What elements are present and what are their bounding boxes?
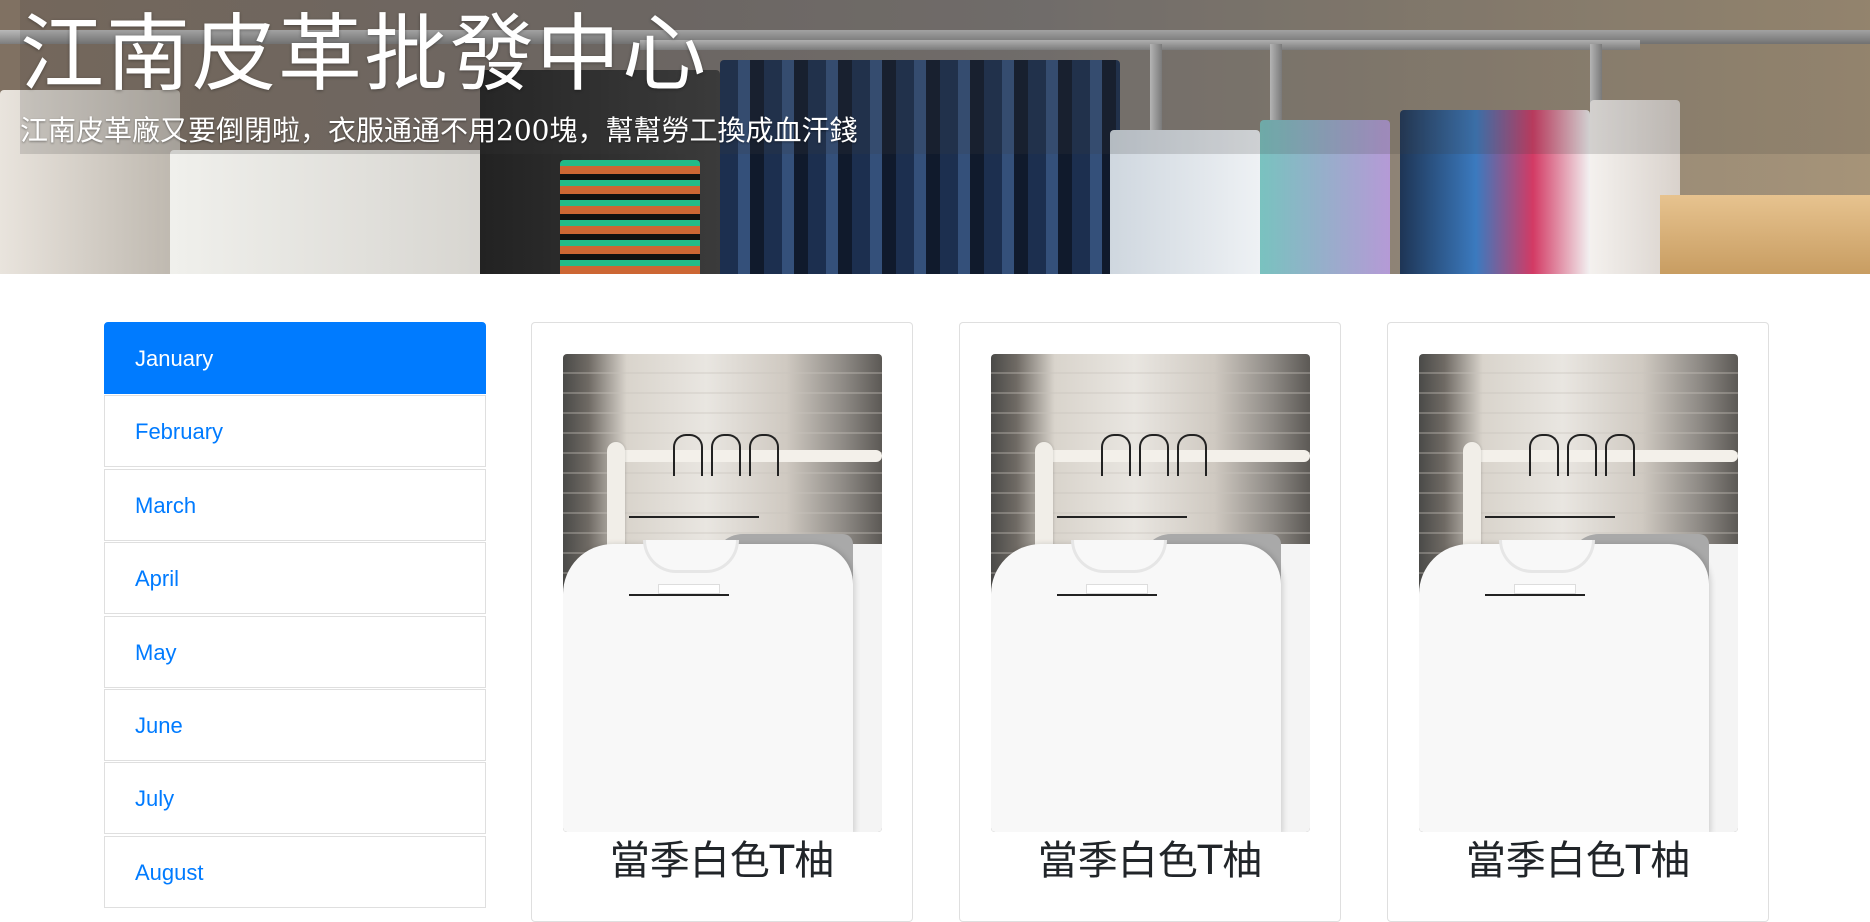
hanger-wire: [629, 594, 729, 596]
hanger-icon: [673, 434, 703, 476]
shirt-label: [1086, 584, 1148, 594]
hero-banner: 江南皮革批發中心 江南皮革廠又要倒閉啦，衣服通通不用200塊，幫幫勞工換成血汗錢: [0, 0, 1870, 274]
product-image[interactable]: [1419, 354, 1738, 832]
shirt-label: [1514, 584, 1576, 594]
product-card[interactable]: 當季白色T柚: [531, 322, 913, 922]
product-card[interactable]: 當季白色T柚: [1387, 322, 1769, 922]
list-item-july[interactable]: July: [104, 762, 486, 835]
list-item-february[interactable]: February: [104, 395, 486, 468]
hanger-icon: [1605, 434, 1635, 476]
list-group: January February March April May June Ju…: [104, 322, 486, 909]
hanger-wire: [1485, 594, 1585, 596]
page-title: 江南皮革批發中心: [20, 5, 709, 103]
rack-bar: [607, 450, 882, 462]
garment-image: [170, 150, 500, 274]
list-item-april[interactable]: April: [104, 542, 486, 615]
product-image[interactable]: [563, 354, 882, 832]
list-item-june[interactable]: June: [104, 688, 486, 761]
list-item-january[interactable]: January: [104, 322, 486, 394]
rack-bar: [1463, 450, 1738, 462]
product-image[interactable]: [991, 354, 1310, 832]
hanger-icon: [1529, 434, 1559, 476]
product-card[interactable]: 當季白色T柚: [959, 322, 1341, 922]
hanger-icon: [711, 434, 741, 476]
hanger-wire: [1057, 516, 1187, 518]
rack-bar: [1035, 450, 1310, 462]
hanger-wire: [629, 516, 759, 518]
hanger-icon: [1567, 434, 1597, 476]
list-item-march[interactable]: March: [104, 468, 486, 541]
garment-image: [560, 160, 700, 274]
product-title[interactable]: 當季白色T柚: [960, 835, 1340, 887]
product-title[interactable]: 當季白色T柚: [532, 835, 912, 887]
hanger-icon: [749, 434, 779, 476]
page-subtitle: 江南皮革廠又要倒閉啦，衣服通通不用200塊，幫幫勞工換成血汗錢: [20, 114, 858, 147]
shop-counter: [1660, 195, 1870, 274]
shirt-label: [658, 584, 720, 594]
list-item-august[interactable]: August: [104, 835, 486, 908]
hanger-wire: [1485, 516, 1615, 518]
hanger-icon: [1139, 434, 1169, 476]
hanger-icon: [1101, 434, 1131, 476]
product-title[interactable]: 當季白色T柚: [1388, 835, 1768, 887]
hanger-icon: [1177, 434, 1207, 476]
hanger-wire: [1057, 594, 1157, 596]
list-item-may[interactable]: May: [104, 615, 486, 688]
